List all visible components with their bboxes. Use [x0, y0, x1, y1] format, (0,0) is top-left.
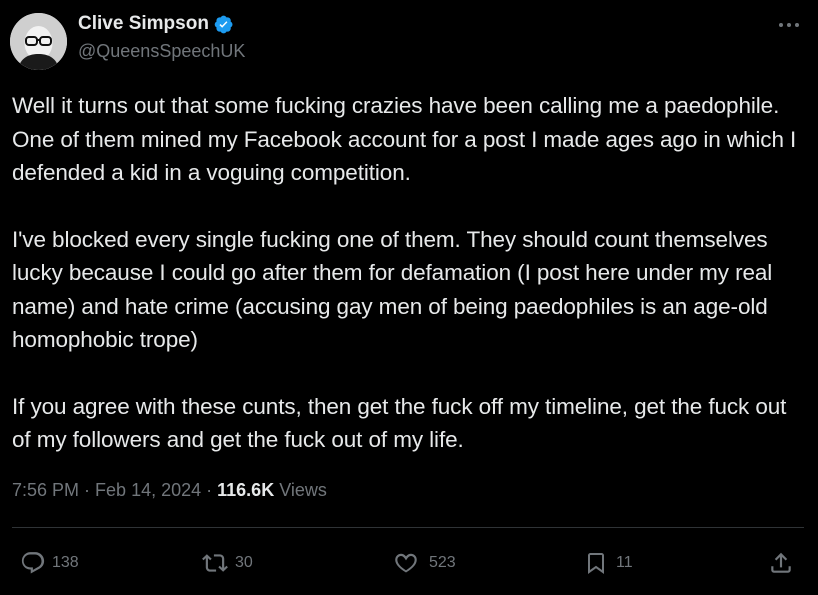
handle[interactable]: @QueensSpeechUK — [78, 41, 245, 62]
like-count: 523 — [429, 554, 456, 571]
bookmark-count: 11 — [616, 554, 633, 571]
like-icon — [395, 553, 417, 573]
repost-icon — [202, 554, 228, 572]
tweet-date[interactable]: Feb 14, 2024 — [95, 480, 201, 501]
views-label: Views — [279, 480, 327, 500]
meta-separator: · — [206, 480, 213, 500]
display-name[interactable]: Clive Simpson — [78, 13, 209, 35]
tweet: Clive Simpson @QueensSpeechUK Well it tu… — [0, 0, 818, 595]
repost-button[interactable]: 30 — [201, 545, 253, 581]
share-icon — [771, 552, 791, 573]
tweet-paragraph-2: I've blocked every single fucking one of… — [12, 226, 773, 353]
avatar[interactable] — [10, 13, 67, 70]
more-options-button[interactable] — [774, 13, 804, 37]
more-icon — [779, 23, 799, 27]
verified-icon[interactable] — [213, 14, 234, 35]
repost-count: 30 — [235, 554, 253, 571]
reply-count: 138 — [52, 554, 79, 571]
reply-button[interactable]: 138 — [20, 545, 79, 581]
tweet-meta: 7:56 PM · Feb 14, 2024 · 116.6K Views — [12, 480, 327, 501]
author-block: Clive Simpson @QueensSpeechUK — [78, 11, 245, 62]
like-button[interactable]: 523 — [393, 545, 456, 581]
tweet-paragraph-3: If you agree with these cunts, then get … — [12, 393, 787, 453]
tweet-paragraph-1: Well it turns out that some fucking craz… — [12, 93, 797, 185]
name-row: Clive Simpson — [78, 11, 245, 37]
bookmark-button[interactable]: 11 — [584, 545, 633, 581]
divider — [12, 527, 804, 528]
tweet-time[interactable]: 7:56 PM — [12, 480, 79, 501]
bookmark-icon — [588, 553, 604, 574]
action-bar: 138 30 523 11 — [0, 545, 818, 585]
reply-icon — [21, 552, 45, 574]
views-count[interactable]: 116.6K — [217, 480, 274, 501]
share-button[interactable] — [768, 545, 794, 581]
meta-separator: · — [84, 480, 91, 500]
tweet-text: Well it turns out that some fucking craz… — [12, 89, 802, 457]
